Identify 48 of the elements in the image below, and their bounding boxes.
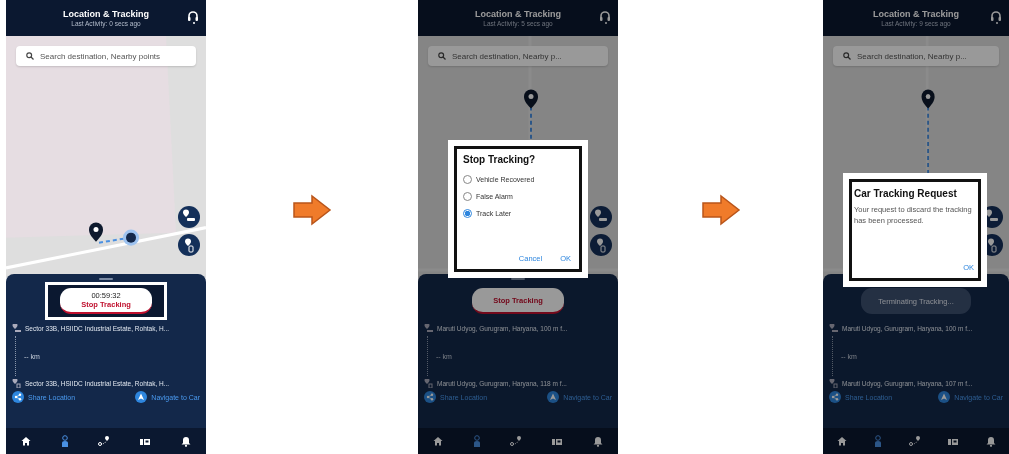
search-field[interactable]: Search destination, Nearby p... bbox=[428, 46, 608, 66]
bell-icon[interactable] bbox=[985, 435, 996, 447]
car-location-button[interactable] bbox=[178, 206, 200, 228]
dialog-title: Stop Tracking? bbox=[463, 154, 537, 165]
headset-icon[interactable] bbox=[187, 10, 199, 24]
car-location-button[interactable] bbox=[590, 206, 612, 228]
share-icon bbox=[829, 391, 841, 403]
share-icon bbox=[424, 391, 436, 403]
car-pin-icon bbox=[829, 324, 838, 333]
screen-title: Location & Tracking bbox=[475, 9, 561, 19]
route-icon[interactable] bbox=[908, 436, 920, 446]
navigation-arrow-icon bbox=[938, 391, 951, 403]
dialog-title: Car Tracking Request bbox=[854, 188, 958, 199]
person-pin-icon[interactable] bbox=[873, 435, 882, 447]
phone-pin-icon bbox=[829, 379, 838, 388]
route-icon[interactable] bbox=[98, 436, 110, 446]
person-pin-icon[interactable] bbox=[60, 435, 69, 447]
navigation-arrow-icon bbox=[135, 391, 148, 403]
car-hand-icon[interactable] bbox=[551, 436, 564, 446]
route-icon[interactable] bbox=[510, 436, 522, 446]
search-field[interactable]: Search destination, Nearby p... bbox=[833, 46, 999, 66]
radio-button[interactable] bbox=[463, 209, 472, 218]
search-icon bbox=[438, 52, 446, 60]
bell-icon[interactable] bbox=[181, 435, 192, 447]
car-pin-icon bbox=[12, 324, 21, 333]
car-hand-icon[interactable] bbox=[946, 436, 959, 446]
phone-location-button[interactable] bbox=[178, 234, 200, 256]
bell-icon[interactable] bbox=[593, 435, 604, 447]
home-icon[interactable] bbox=[836, 436, 847, 446]
screen-title: Location & Tracking bbox=[63, 9, 149, 19]
person-pin-icon[interactable] bbox=[472, 435, 481, 447]
navigation-arrow-icon bbox=[547, 391, 560, 403]
car-pin-icon bbox=[424, 324, 433, 333]
phone-location-button[interactable] bbox=[590, 234, 612, 256]
phone-pin-icon bbox=[424, 379, 433, 388]
share-icon bbox=[12, 391, 24, 403]
screen-title: Location & Tracking bbox=[873, 9, 959, 19]
car-hand-icon[interactable] bbox=[139, 436, 152, 446]
search-icon bbox=[843, 52, 851, 60]
search-field[interactable]: Search destination, Nearby points bbox=[16, 46, 196, 66]
home-icon[interactable] bbox=[432, 436, 443, 446]
search-icon bbox=[26, 52, 34, 60]
arrow-right-icon bbox=[700, 194, 741, 226]
arrow-right-icon bbox=[292, 194, 332, 226]
headset-icon[interactable] bbox=[990, 10, 1002, 24]
home-icon[interactable] bbox=[20, 436, 31, 446]
phone-pin-icon bbox=[12, 379, 21, 388]
headset-icon[interactable] bbox=[599, 10, 611, 24]
